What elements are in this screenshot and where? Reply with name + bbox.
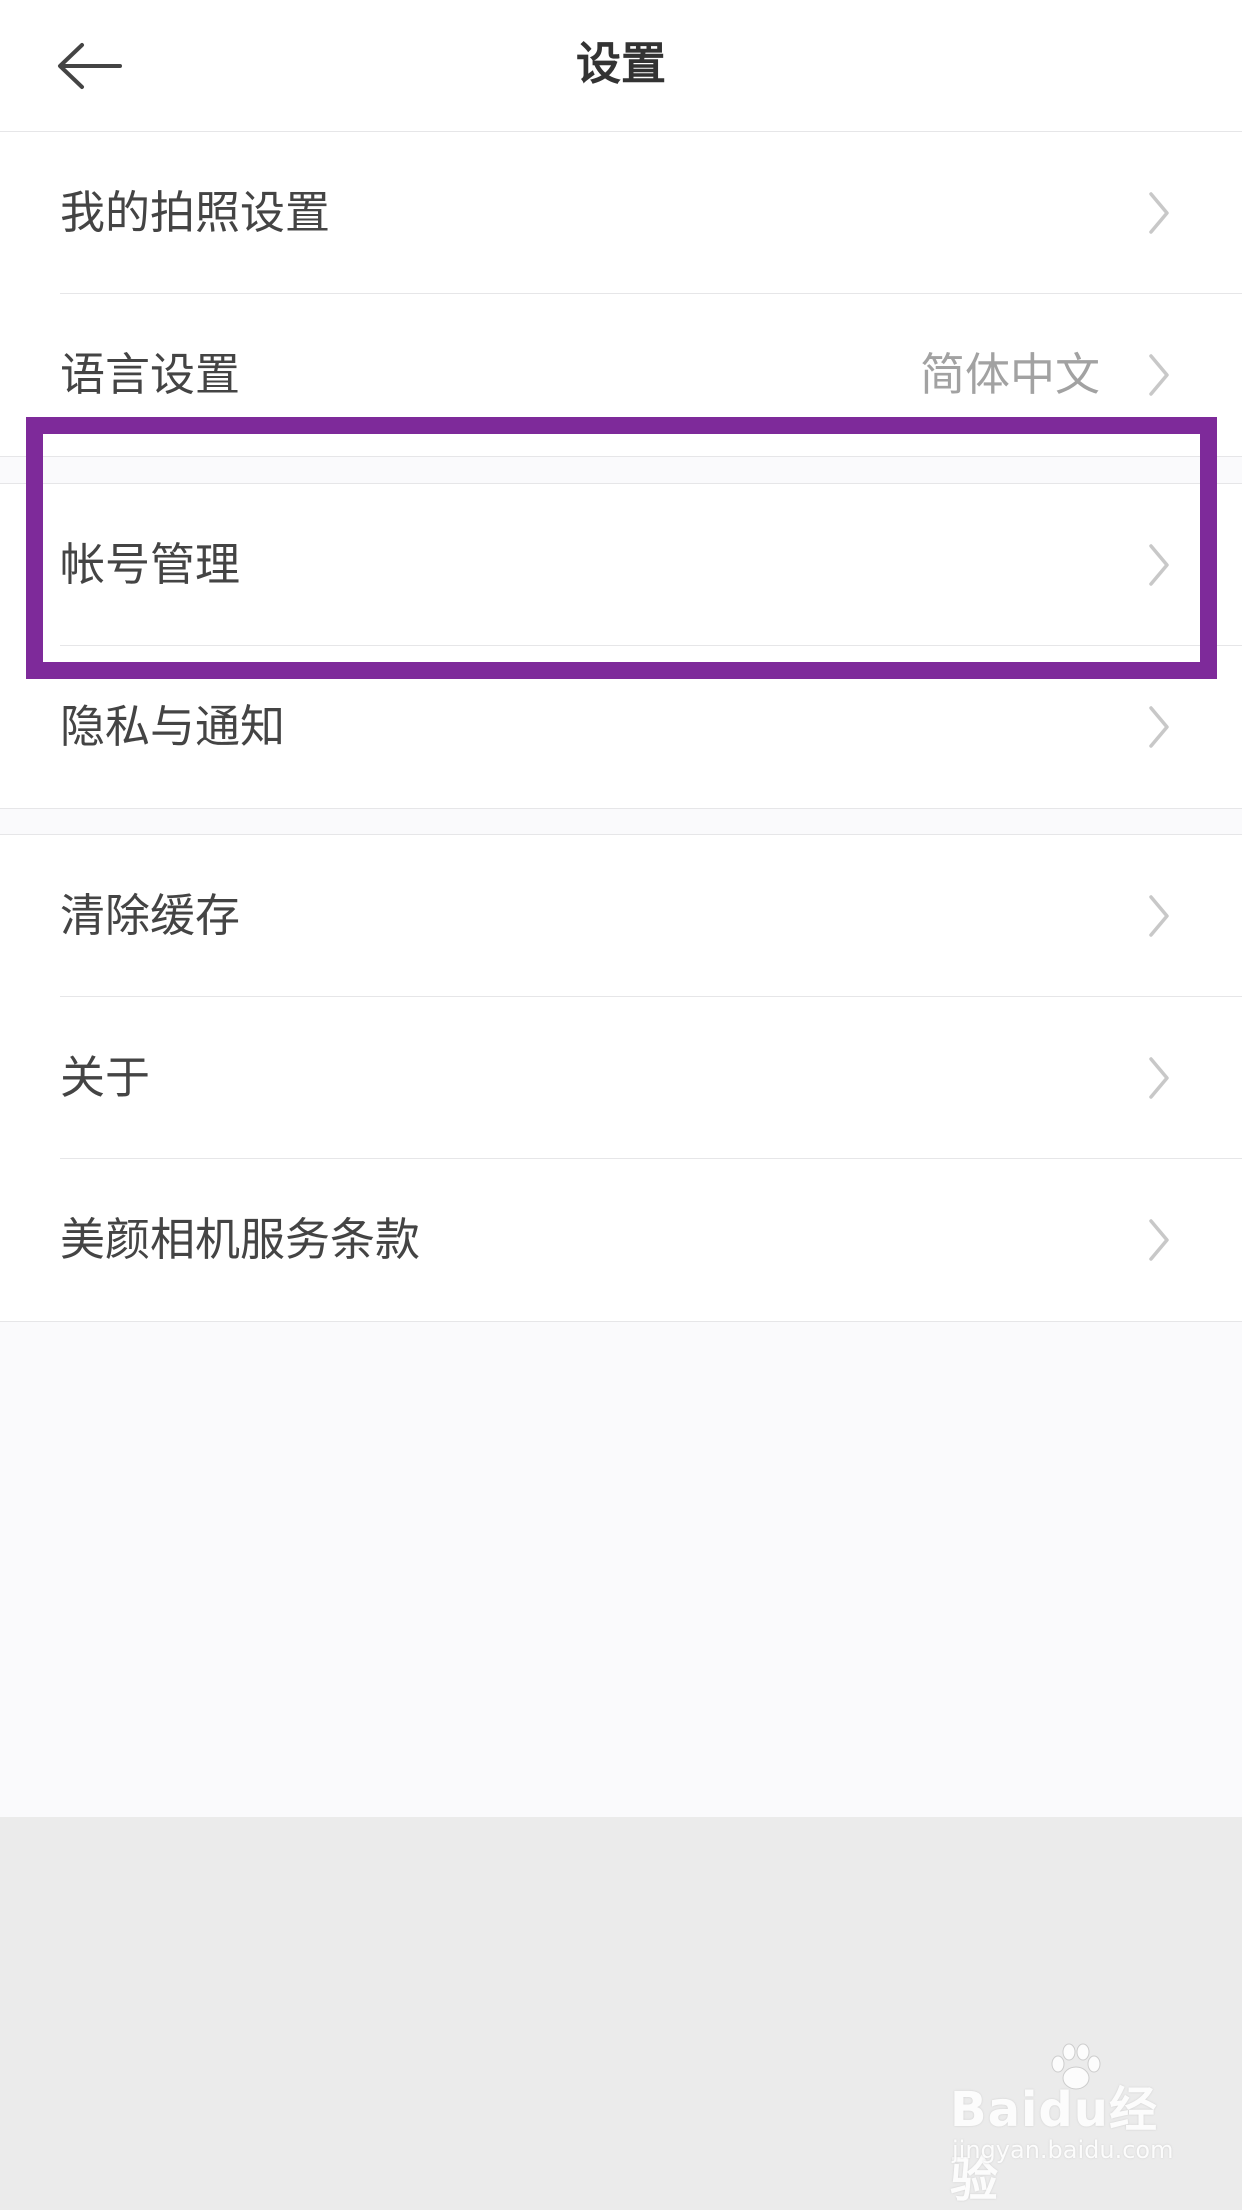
chevron-right-icon bbox=[1149, 706, 1169, 748]
row-label: 美颜相机服务条款 bbox=[60, 1213, 421, 1266]
row-label: 关于 bbox=[60, 1051, 151, 1104]
chevron-right-icon bbox=[1149, 1219, 1169, 1261]
row-label: 帐号管理 bbox=[60, 538, 241, 591]
chevron-right-icon bbox=[1149, 354, 1169, 396]
nav-bar: 设置 bbox=[0, 0, 1242, 132]
chevron-right-icon bbox=[1149, 895, 1169, 937]
row-account-management[interactable]: 帐号管理 bbox=[0, 484, 1242, 646]
row-terms-of-service[interactable]: 美颜相机服务条款 bbox=[0, 1159, 1242, 1321]
settings-group-account: 帐号管理 隐私与通知 bbox=[0, 483, 1242, 809]
row-privacy-notifications[interactable]: 隐私与通知 bbox=[0, 646, 1242, 808]
row-language-settings[interactable]: 语言设置 简体中文 bbox=[0, 294, 1242, 456]
row-label: 语言设置 bbox=[60, 348, 241, 401]
settings-group-general: 我的拍照设置 语言设置 简体中文 bbox=[0, 132, 1242, 457]
page-title: 设置 bbox=[575, 37, 666, 90]
baidu-jingyan-watermark: Baidu经验 jingyan.baidu.com bbox=[950, 2043, 1190, 2208]
settings-group-misc: 清除缓存 关于 美颜相机服务条款 bbox=[0, 834, 1242, 1322]
chevron-right-icon bbox=[1149, 192, 1169, 234]
language-value: 简体中文 bbox=[919, 348, 1100, 401]
row-label: 我的拍照设置 bbox=[60, 186, 331, 239]
row-clear-cache[interactable]: 清除缓存 bbox=[0, 835, 1242, 997]
watermark-url: jingyan.baidu.com bbox=[952, 2136, 1174, 2164]
row-label: 清除缓存 bbox=[60, 889, 241, 942]
chevron-right-icon bbox=[1149, 1057, 1169, 1099]
row-label: 隐私与通知 bbox=[60, 700, 286, 753]
row-photo-settings[interactable]: 我的拍照设置 bbox=[0, 132, 1242, 294]
settings-screen: 设置 我的拍照设置 语言设置 简体中文 帐号管理 隐私与通知 清除缓存 关于 美… bbox=[0, 0, 1242, 1817]
chevron-right-icon bbox=[1149, 544, 1169, 586]
row-about[interactable]: 关于 bbox=[0, 997, 1242, 1159]
